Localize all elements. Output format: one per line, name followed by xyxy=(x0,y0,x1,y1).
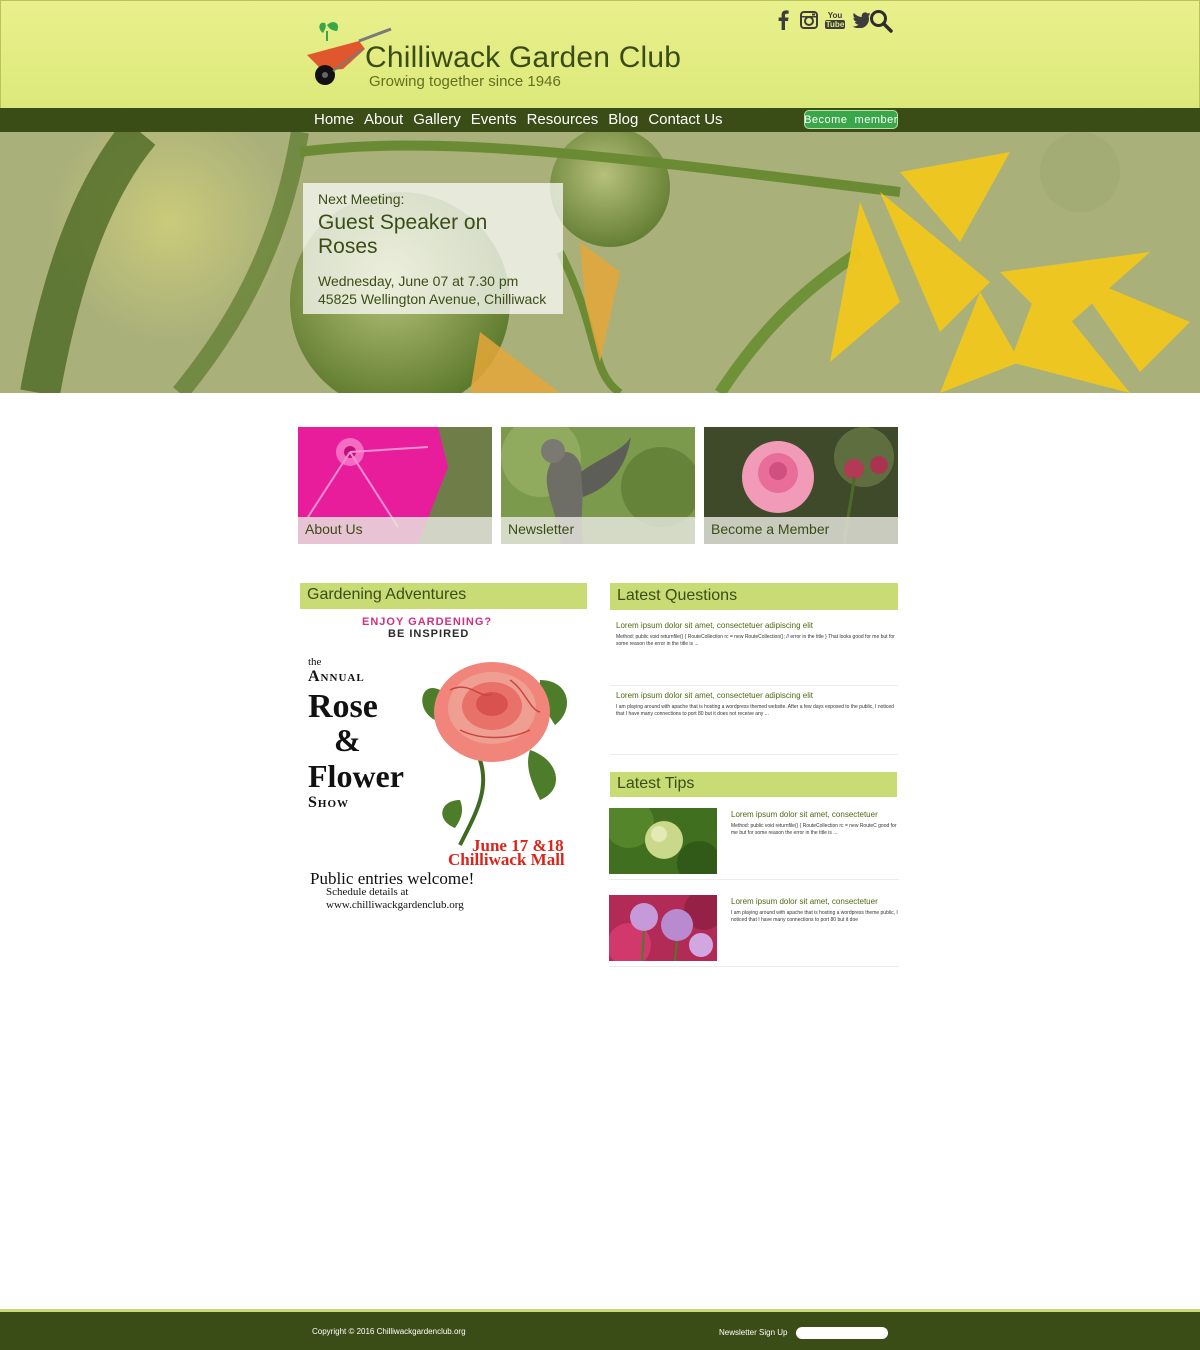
nav-item-resources[interactable]: Resources xyxy=(527,110,599,130)
poster-url: www.chilliwackgardenclub.org xyxy=(326,899,464,911)
tile-become-member[interactable]: Become a Member xyxy=(704,427,898,544)
social-links: You Tube xyxy=(773,9,871,31)
nav-item-blog[interactable]: Blog xyxy=(608,110,638,130)
youtube-label-top: You xyxy=(827,11,843,20)
question-item[interactable]: Lorem ipsum dolor sit amet, consectetuer… xyxy=(610,621,898,686)
become-member-button[interactable]: Become member xyxy=(804,110,898,129)
tile-about-us[interactable]: About Us xyxy=(298,427,492,544)
tip-item[interactable]: Lorem ipsum dolor sit amet, consectetuer… xyxy=(609,895,899,967)
tip-item[interactable]: Lorem ipsum dolor sit amet, consectetuer… xyxy=(609,808,899,880)
rose-flower-show-poster[interactable]: ENJOY GARDENING? BE INSPIRED the Annual … xyxy=(300,612,587,918)
poster-show: Show xyxy=(308,794,350,811)
question-excerpt: Method: public void returnfile() { Route… xyxy=(616,634,895,647)
nav-item-contact[interactable]: Contact Us xyxy=(648,110,722,130)
hero-banner: Next Meeting: Guest Speaker on Roses Wed… xyxy=(0,132,1200,393)
main-nav: Home About Gallery Events Resources Blog… xyxy=(0,108,1200,132)
tile-caption: Newsletter xyxy=(501,517,695,544)
newsletter-signup-label: Newsletter Sign Up xyxy=(719,1328,788,1337)
question-item[interactable]: Lorem ipsum dolor sit amet, consectetuer… xyxy=(610,691,898,755)
question-title[interactable]: Lorem ipsum dolor sit amet, consectetuer… xyxy=(616,691,898,700)
tip-title[interactable]: Lorem ipsum dolor sit amet, consectetuer xyxy=(731,810,878,819)
site-header: Chilliwack Garden Club Growing together … xyxy=(0,0,1200,108)
site-tagline: Growing together since 1946 xyxy=(369,73,561,90)
site-footer: Copyright © 2016 Chilliwackgardenclub.or… xyxy=(0,1312,1200,1350)
green-tomato-image xyxy=(609,808,717,874)
poster-schedule: Schedule details at xyxy=(326,886,409,898)
site-logo[interactable]: Chilliwack Garden Club Growing together … xyxy=(303,19,703,99)
chive-flowers-image xyxy=(609,895,717,961)
tile-caption: Become a Member xyxy=(704,517,898,544)
next-meeting-card[interactable]: Next Meeting: Guest Speaker on Roses Wed… xyxy=(303,183,563,314)
nav-item-gallery[interactable]: Gallery xyxy=(413,110,461,130)
tip-title[interactable]: Lorem ipsum dolor sit amet, consectetuer xyxy=(731,897,878,906)
poster-line-enjoy: ENJOY GARDENING? xyxy=(362,616,493,628)
nav-item-home[interactable]: Home xyxy=(314,110,354,130)
meeting-address: 45825 Wellington Avenue, Chilliwack xyxy=(318,291,547,307)
youtube-label-bottom: Tube xyxy=(824,20,846,29)
search-icon[interactable] xyxy=(869,9,893,33)
copyright-text: Copyright © 2016 Chilliwackgardenclub.or… xyxy=(312,1327,466,1336)
meeting-label: Next Meeting: xyxy=(318,191,405,207)
latest-questions-heading: Latest Questions xyxy=(610,583,898,610)
youtube-icon[interactable]: You Tube xyxy=(824,9,846,31)
newsletter-email-input[interactable] xyxy=(796,1327,888,1339)
poster-annual: Annual xyxy=(308,668,365,685)
poster-rose: Rose xyxy=(308,688,378,725)
rose-illustration xyxy=(422,662,567,846)
meeting-title: Guest Speaker on Roses xyxy=(318,211,488,258)
tip-excerpt: I am playing around with apache that is … xyxy=(731,910,898,923)
question-title[interactable]: Lorem ipsum dolor sit amet, consectetuer… xyxy=(616,621,898,630)
meeting-date: Wednesday, June 07 at 7.30 pm xyxy=(318,273,519,289)
poster-venue: Chilliwack Mall xyxy=(448,850,565,869)
nav-item-events[interactable]: Events xyxy=(471,110,517,130)
facebook-icon[interactable] xyxy=(773,9,793,31)
poster-the: the xyxy=(308,656,322,668)
question-excerpt: I am playing around with apache that is … xyxy=(616,704,894,717)
poster-amp: & xyxy=(334,722,361,758)
instagram-icon[interactable] xyxy=(799,9,819,31)
twitter-icon[interactable] xyxy=(851,9,871,31)
poster-line-inspired: BE INSPIRED xyxy=(388,628,470,640)
site-title: Chilliwack Garden Club xyxy=(365,41,682,74)
poster-flower: Flower xyxy=(308,758,404,794)
nav-item-about[interactable]: About xyxy=(364,110,403,130)
latest-tips-heading: Latest Tips xyxy=(610,772,897,797)
tile-newsletter[interactable]: Newsletter xyxy=(501,427,695,544)
tile-caption: About Us xyxy=(298,517,492,544)
tip-excerpt: Method: public void returnfile() { Route… xyxy=(731,823,897,836)
hero-flower-image xyxy=(0,132,1200,393)
gardening-adventures-heading: Gardening Adventures xyxy=(300,583,587,609)
